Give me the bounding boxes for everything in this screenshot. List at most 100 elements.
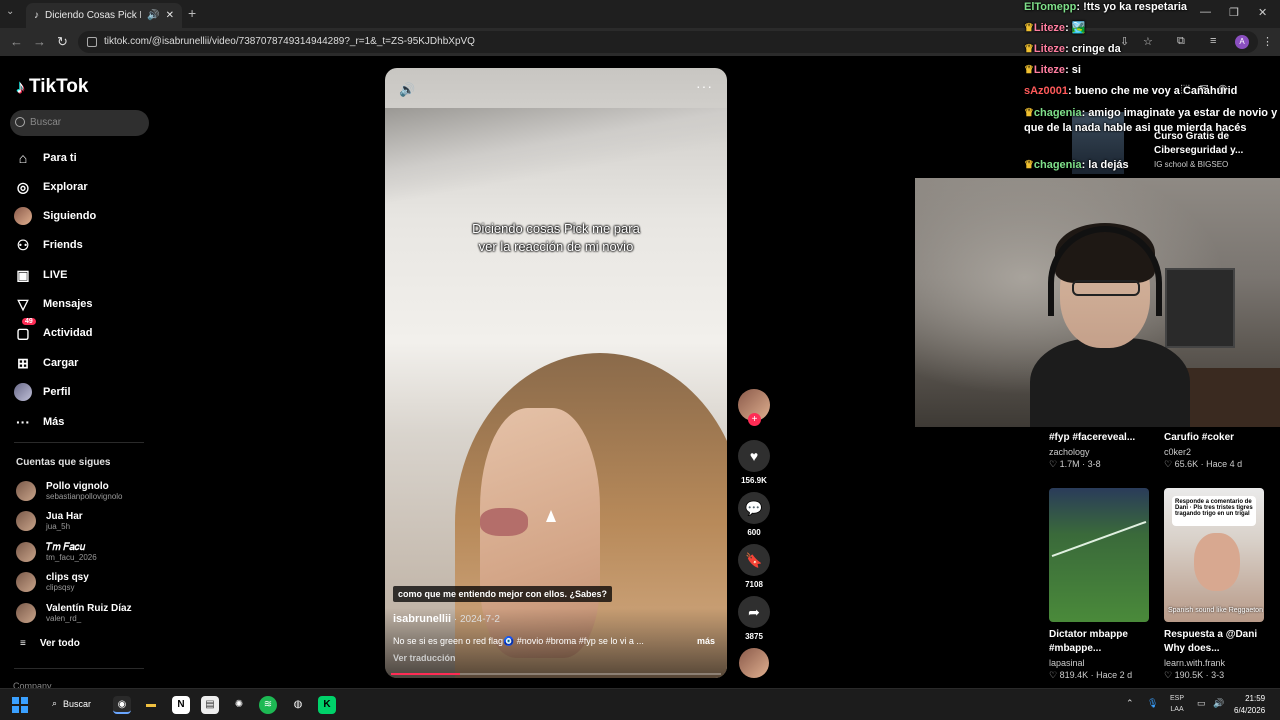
nav-label: Perfil <box>43 386 71 398</box>
date: 6/4/2026 <box>1234 706 1266 715</box>
audio-icon[interactable]: 🔊 <box>147 10 159 21</box>
nav-actividad[interactable]: ▢ 49 Actividad <box>14 318 93 344</box>
account-name: Jua Har <box>46 511 83 522</box>
chatgpt-icon[interactable]: ✺ <box>230 696 248 714</box>
paper-plane-icon: ▽ <box>17 295 29 312</box>
comment-button[interactable]: 💬 600 <box>738 492 770 537</box>
like-count: 156.9K <box>741 476 767 485</box>
follow-plus-icon[interactable]: + <box>748 413 761 426</box>
more-options-icon[interactable]: ··· <box>696 78 713 94</box>
reload-icon[interactable]: ↻ <box>57 34 68 50</box>
bell-icon: ▢ 49 <box>14 318 36 342</box>
share-icon: ➦ <box>738 596 770 628</box>
progress-fill <box>391 673 461 675</box>
recommendation-item[interactable]: Respuesta a @Dani Why does... learn.with… <box>1164 628 1264 681</box>
chat-message: ♛Liteze: cringe da <box>1024 43 1121 55</box>
tray-expand-icon[interactable]: ⌃ <box>1126 698 1134 709</box>
share-button[interactable]: ➦ 3875 <box>738 596 770 641</box>
video-progress-bar[interactable] <box>391 673 721 675</box>
nav-live[interactable]: ▣ LIVE <box>14 264 67 286</box>
activity-badge: 49 <box>22 318 36 325</box>
spotify-icon[interactable]: ≋ <box>259 696 277 714</box>
like-button[interactable]: ♥ 156.9K <box>738 440 770 485</box>
recommendation-item[interactable]: Carufio #coker c0ker2 ♡ 65.6K · Hace 4 d <box>1164 431 1264 470</box>
browser-tab[interactable]: ♪ Diciendo Cosas Pick Me: N 🔊 ✕ <box>26 3 182 28</box>
nav-cargar[interactable]: ⊞ Cargar <box>14 352 78 374</box>
close-tab-icon[interactable]: ✕ <box>166 10 174 21</box>
more-icon: ··· <box>16 414 30 430</box>
app-icon[interactable]: ▤ <box>201 696 219 714</box>
tab-list-icon[interactable]: ⌄ <box>6 6 20 20</box>
search-input[interactable]: Buscar <box>10 110 149 136</box>
sound-avatar[interactable] <box>739 648 769 678</box>
video-player[interactable]: 🔊 ··· Diciendo cosas Pick me para ver la… <box>385 68 727 678</box>
nav-siguiendo[interactable]: Siguiendo <box>14 205 96 227</box>
friends-icon: ⚇ <box>16 236 30 253</box>
avatar <box>16 572 36 592</box>
video-description: No se si es green o red flag🧿 #novio #br… <box>393 636 644 646</box>
obs-icon[interactable]: ◍ <box>289 696 307 714</box>
recommendation-item[interactable]: #fyp #facereveal... zachology ♡ 1.7M · 3… <box>1049 431 1149 470</box>
crown-icon: ♛ <box>1024 43 1034 55</box>
save-button[interactable]: 🔖 7108 <box>738 544 770 589</box>
speaker-icon[interactable]: 🔊 <box>1213 698 1224 709</box>
translate-link[interactable]: Ver traducción <box>393 653 456 663</box>
taskbar-clock[interactable]: 21:59 6/4/2026 <box>1234 693 1265 717</box>
more-button[interactable]: más <box>697 636 715 646</box>
back-icon[interactable]: ← <box>10 34 23 49</box>
nav-mas[interactable]: ··· Más <box>14 411 64 433</box>
mouse-cursor-icon <box>546 510 556 522</box>
display-icon[interactable]: ▭ <box>1197 698 1206 709</box>
caption-line: ver la reacción de mi novio <box>478 238 634 254</box>
nav-friends[interactable]: ⚇ Friends <box>14 234 83 256</box>
file-explorer-icon[interactable]: ▬ <box>142 696 160 714</box>
nav-explorar[interactable]: ◎ Explorar <box>14 176 88 198</box>
nav-label: Mensajes <box>43 298 93 310</box>
list-icon: ≡ <box>20 638 26 649</box>
taskbar-search[interactable]: ⌕ Buscar <box>52 698 91 709</box>
lang-variant: LAA <box>1170 706 1184 713</box>
following-account[interactable]: clips qsy clipsqsy <box>16 572 89 592</box>
account-name: Valentín Ruiz Díaz <box>46 603 132 614</box>
new-tab-button[interactable]: + <box>188 5 196 21</box>
account-handle: tm_facu_2026 <box>46 553 97 562</box>
following-account[interactable]: Jua Har jua_5h <box>16 511 83 531</box>
rec-author: zachology <box>1049 447 1090 457</box>
following-account[interactable]: Valentín Ruiz Díaz valen_rd_ <box>16 603 132 623</box>
see-all-link[interactable]: ≡ Ver todo <box>20 638 80 649</box>
pitch-line <box>1051 520 1147 558</box>
video-author[interactable]: isabrunellii · 2024-7-2 <box>393 613 500 625</box>
forward-icon[interactable]: → <box>33 34 46 49</box>
heart-icon: ♥ <box>738 440 770 472</box>
save-count: 7108 <box>745 580 763 589</box>
mic-icon[interactable]: 🎙 <box>1147 698 1158 709</box>
language-indicator[interactable]: ESP LAA <box>1170 693 1184 715</box>
windows-start-icon[interactable] <box>12 697 28 713</box>
recommendation-thumbnail[interactable] <box>1049 488 1149 622</box>
comment-count: 600 <box>747 528 761 537</box>
chrome-icon[interactable]: ◉ <box>113 696 131 714</box>
following-account[interactable]: 𝑇𝑚 𝐹𝑎𝑐𝑢 tm_facu_2026 <box>16 542 97 562</box>
notion-icon[interactable]: N <box>172 696 190 714</box>
rec-author: c0ker2 <box>1164 447 1192 457</box>
thumbnail-caption: Spanish sound like Reggaeton <box>1168 607 1263 614</box>
lang-code: ESP <box>1170 695 1185 702</box>
site-info-icon[interactable] <box>87 37 97 47</box>
volume-icon[interactable]: 🔊 <box>399 82 415 98</box>
nav-mensajes[interactable]: ▽ Mensajes <box>14 293 93 315</box>
comment-icon: 💬 <box>738 492 770 524</box>
nav-perfil[interactable]: Perfil <box>14 381 71 403</box>
chat-text: cringe da <box>1071 43 1121 55</box>
recommendation-thumbnail[interactable]: Responde a comentario de Dani · Pls tres… <box>1164 488 1264 622</box>
following-account[interactable]: Pollo vignolo sebastianpollovignolo <box>16 481 123 501</box>
tiktok-logo[interactable]: ♪ TikTok <box>16 76 88 98</box>
kick-icon[interactable]: K <box>318 696 336 714</box>
chat-user: Liteze <box>1033 64 1066 76</box>
nav-para-ti[interactable]: ⌂ Para ti <box>14 147 77 169</box>
divider <box>14 668 144 669</box>
recommendation-item[interactable]: Dictator mbappe #mbappe... lapasinal ♡ 8… <box>1049 628 1149 681</box>
webcam-overlay <box>915 178 1280 427</box>
creator-avatar[interactable]: + <box>738 389 770 426</box>
bookmark-icon: 🔖 <box>738 544 770 576</box>
chat-message: ♛Liteze: si <box>1024 64 1081 76</box>
